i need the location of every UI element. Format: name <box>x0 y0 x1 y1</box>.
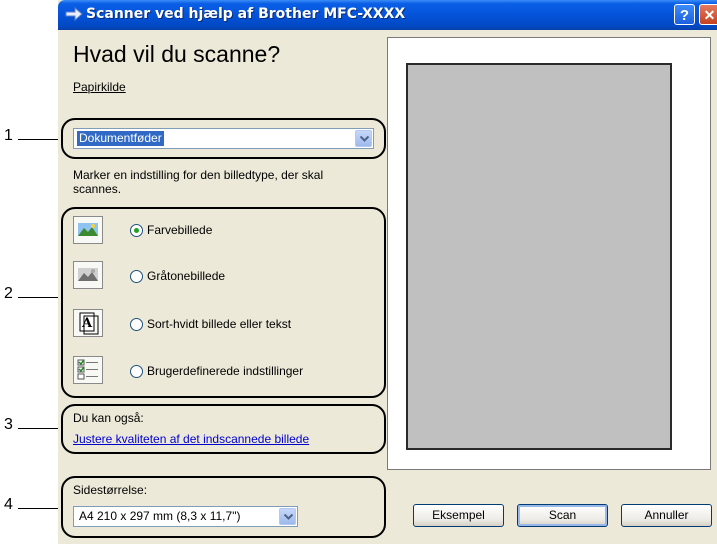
title-bar[interactable]: Scanner ved hjælp af Brother MFC-XXXX ? … <box>58 0 717 30</box>
image-type-label-custom[interactable]: Brugerdefinerede indstillinger <box>147 364 303 378</box>
adjust-quality-link[interactable]: Justere kvaliteten af det indscannede bi… <box>73 432 309 446</box>
scan-button[interactable]: Scan <box>517 504 608 527</box>
callout-1: 1 <box>4 127 13 144</box>
grayscale-photo-icon[interactable] <box>73 261 103 289</box>
instruction-line-2: scannes. <box>73 182 122 196</box>
chevron-down-icon[interactable] <box>279 508 296 525</box>
radio-black-white[interactable] <box>130 318 143 331</box>
callout-3: 3 <box>4 416 13 433</box>
custom-settings-icon[interactable] <box>73 356 103 384</box>
instruction-line-1: Marker en indstilling for den billedtype… <box>73 168 324 182</box>
black-white-text-icon[interactable]: A <box>73 309 103 337</box>
preview-panel <box>387 37 711 470</box>
page-size-label: Sidestørrelse: <box>73 483 148 497</box>
page-size-select[interactable]: A4 210 x 297 mm (8,3 x 11,7") <box>73 506 298 527</box>
page-title: Hvad vil du scanne? <box>73 41 281 67</box>
paper-source-label: Papirkilde <box>73 80 126 94</box>
callout-3-line <box>18 428 60 429</box>
radio-color-photo[interactable] <box>130 224 143 237</box>
callout-2: 2 <box>4 285 13 302</box>
color-photo-icon[interactable] <box>73 216 103 244</box>
radio-selected-dot <box>134 228 139 233</box>
image-type-label-color[interactable]: Farvebillede <box>147 223 212 237</box>
scanner-arrow-icon <box>65 6 83 22</box>
chevron-down-icon[interactable] <box>355 130 372 147</box>
preview-button[interactable]: Eksempel <box>413 504 504 527</box>
callout-2-line <box>18 297 60 298</box>
callout-4-line <box>18 508 60 509</box>
preview-image-area <box>406 63 672 450</box>
image-type-label-black-white[interactable]: Sort-hvidt billede eller tekst <box>147 317 291 331</box>
paper-source-select[interactable]: Dokumentføder <box>73 128 374 149</box>
svg-text:A: A <box>81 316 93 331</box>
paper-source-value: Dokumentføder <box>77 131 164 146</box>
radio-custom[interactable] <box>130 365 143 378</box>
callout-1-line <box>18 139 60 140</box>
scanner-dialog: Scanner ved hjælp af Brother MFC-XXXX ? … <box>58 0 717 544</box>
callout-4: 4 <box>4 496 13 513</box>
radio-grayscale[interactable] <box>130 270 143 283</box>
page-size-value: A4 210 x 297 mm (8,3 x 11,7") <box>79 509 241 523</box>
close-button[interactable]: ✕ <box>699 4 717 25</box>
also-label: Du kan også: <box>73 411 144 425</box>
image-type-label-grayscale[interactable]: Gråtonebillede <box>147 269 225 283</box>
window-title: Scanner ved hjælp af Brother MFC-XXXX <box>86 6 406 22</box>
cancel-button[interactable]: Annuller <box>621 504 712 527</box>
help-button[interactable]: ? <box>674 4 695 25</box>
